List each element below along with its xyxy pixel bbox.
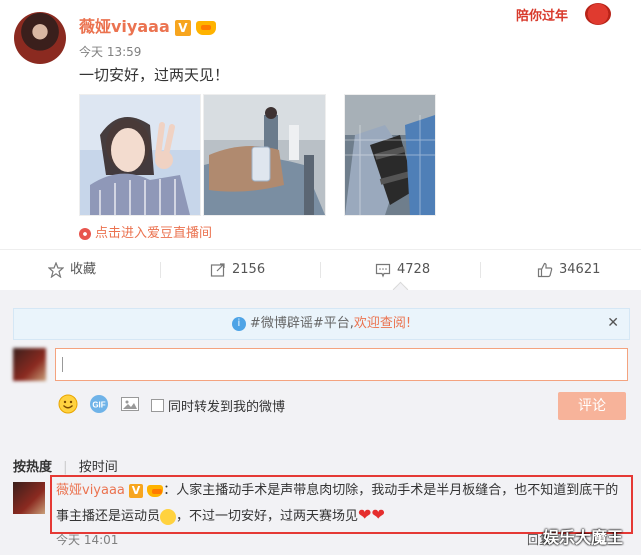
banner-text: 陪你过年 [516,9,569,24]
live-room-link[interactable]: 点击进入爱豆直播间 [79,222,212,241]
heart-icon: ❤ [358,505,372,524]
comment-avatar[interactable] [13,482,45,514]
like-count: 34621 [559,262,601,277]
comment-text-line2a: 事主播还是运动员 [56,509,161,524]
gif-icon[interactable]: GIF [89,394,109,414]
close-icon[interactable]: ✕ [607,315,619,331]
festival-banner: 陪你过年 [510,3,628,27]
emoji-icon[interactable] [58,394,78,414]
image-icon[interactable] [120,394,140,414]
post-image-1[interactable] [79,94,201,216]
comment-body: 薇娅viyaaa V ：人家主播动手术是声带息肉切除，我动手术是半月板缝合，也不… [56,479,628,529]
notice-link[interactable]: 欢迎查阅! [354,316,411,331]
like-button[interactable]: 34621 [537,250,600,290]
vip-crown-icon [195,20,216,35]
notice-banner: i #微博辟谣#平台,欢迎查阅! ✕ [13,308,630,340]
author-avatar[interactable] [14,12,66,64]
post-time[interactable]: 今天 13:59 [79,43,141,60]
knee-brace-photo [345,95,435,215]
heart-icon: ❤ [371,505,385,524]
tab-divider: | [63,460,68,475]
repost-icon [210,263,225,277]
verified-badge-icon: V [129,483,144,498]
current-user-avatar[interactable] [13,348,46,381]
submit-comment-button[interactable]: 评论 [558,392,626,420]
star-icon [48,262,64,278]
sort-tabs: 按热度 | 按时间 [13,456,118,475]
selfie-photo [80,95,200,215]
comment-text-line2b: ，不过一切安好，过两天赛场见 [176,509,359,524]
comment-text-line1: ：人家主播动手术是声带息肉切除，我动手术是半月板缝合，也不知道到底干的 [163,483,619,498]
watermark: 娱乐大魔王 [543,528,624,547]
svg-text:GIF: GIF [92,401,105,410]
post-image-3[interactable] [344,94,436,216]
post-text: 一切安好，过两天见！ [79,66,230,84]
flower-icon [79,227,91,240]
comment-icon [375,263,391,278]
also-repost-checkbox[interactable] [151,399,164,412]
tab-time[interactable]: 按时间 [79,460,118,475]
comment-username[interactable]: 薇娅viyaaa [56,483,125,498]
comment-time[interactable]: 今天 14:01 [56,531,118,548]
vip-crown-icon [147,484,164,497]
info-icon: i [231,316,246,331]
laugh-emoji-icon [160,508,177,525]
repost-count: 2156 [232,262,266,277]
also-repost-option[interactable]: 同时转发到我的微博 [151,396,285,415]
tab-hot[interactable]: 按热度 [13,460,52,475]
notice-text: #微博辟谣#平台, [249,316,354,331]
favorite-label: 收藏 [70,262,97,277]
comment-input[interactable] [55,348,628,381]
like-icon [537,262,553,278]
author-name[interactable]: 薇娅viyaaa [79,17,170,36]
hospital-photo [204,95,325,215]
live-link-label: 点击进入爱豆直播间 [95,226,213,241]
also-repost-label: 同时转发到我的微博 [168,400,286,415]
repost-button[interactable]: 2156 [210,250,265,290]
action-bar: 收藏 2156 4728 34621 [0,249,641,298]
verified-badge-icon: V [174,19,191,36]
lantern-icon [585,3,611,25]
post-image-2[interactable] [203,94,326,216]
favorite-button[interactable]: 收藏 [48,250,96,290]
